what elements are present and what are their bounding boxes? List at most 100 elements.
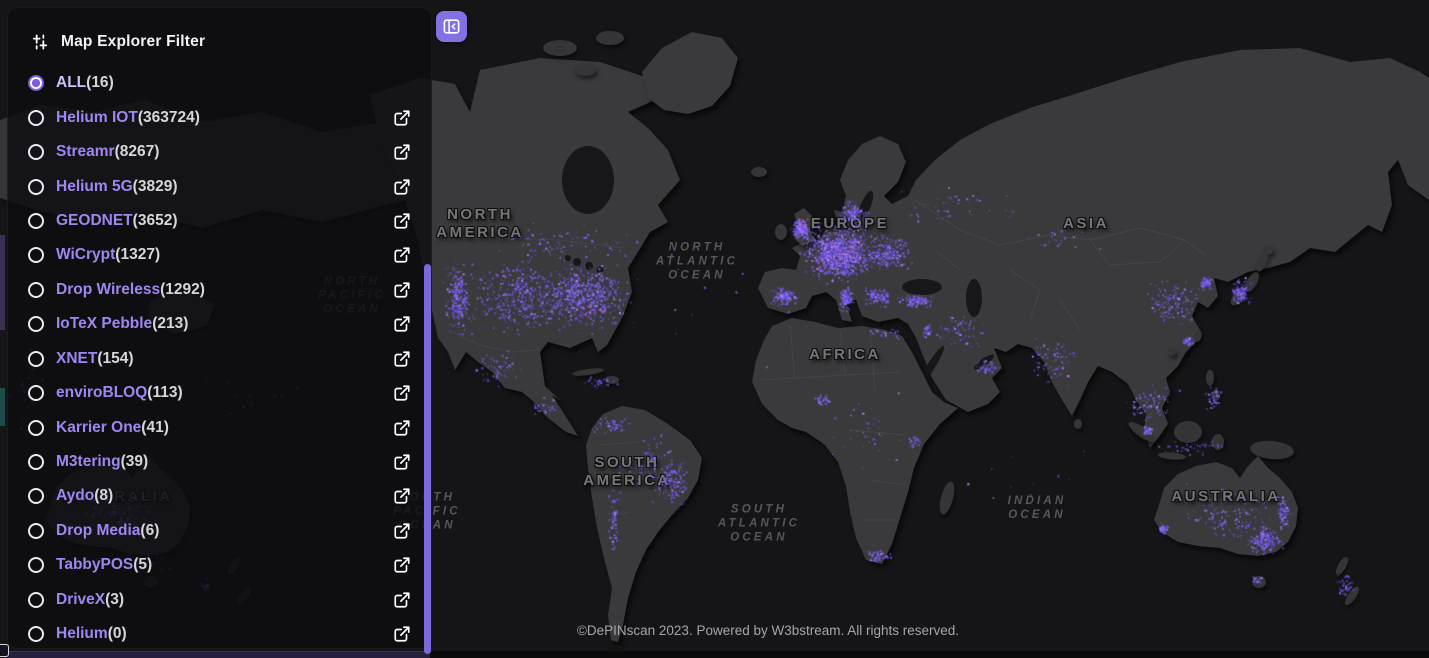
radio-unselected[interactable] bbox=[28, 454, 44, 470]
filter-network-count: 8 bbox=[94, 487, 113, 505]
filter-network-count: 154 bbox=[97, 350, 133, 368]
radio-unselected[interactable] bbox=[28, 213, 44, 229]
external-link-icon[interactable] bbox=[393, 315, 411, 333]
filter-option-all[interactable]: ALL16 bbox=[28, 66, 411, 100]
filter-network-count: 1292 bbox=[160, 281, 205, 299]
filter-option-wicrypt[interactable]: WiCrypt1327 bbox=[28, 238, 411, 272]
filter-option-aydo[interactable]: Aydo8 bbox=[28, 479, 411, 513]
filter-option-tabbypos[interactable]: TabbyPOS5 bbox=[28, 548, 411, 582]
external-link-icon[interactable] bbox=[393, 556, 411, 574]
filter-network-name: M3tering bbox=[56, 453, 121, 471]
map-label-europe: EUROPE bbox=[811, 215, 889, 233]
filter-network-count: 1327 bbox=[115, 246, 160, 264]
filter-network-name: WiCrypt bbox=[56, 246, 115, 264]
filter-network-count: 39 bbox=[121, 453, 149, 471]
radio-unselected[interactable] bbox=[28, 316, 44, 332]
filter-network-name: Drop Wireless bbox=[56, 281, 160, 299]
map-label-north-atlantic: NORTH ATLANTIC OCEAN bbox=[656, 241, 738, 282]
filter-options-list: ALL16 Helium IOT363724 Streamr8267 Heliu… bbox=[28, 66, 411, 651]
map-label-south-america: SOUTH AMERICA bbox=[583, 454, 671, 490]
panel-header: Map Explorer Filter bbox=[30, 32, 205, 52]
filter-network-count: 3 bbox=[105, 591, 124, 609]
radio-selected[interactable] bbox=[28, 75, 44, 91]
filter-option-drivex[interactable]: DriveX3 bbox=[28, 583, 411, 617]
external-link-icon[interactable] bbox=[393, 384, 411, 402]
filter-network-count: 41 bbox=[141, 419, 169, 437]
copyright-footer: ©DePINscan 2023. Powered by W3bstream. A… bbox=[577, 623, 959, 638]
filter-option-geodnet[interactable]: GEODNET3652 bbox=[28, 204, 411, 238]
radio-unselected[interactable] bbox=[28, 385, 44, 401]
radio-unselected[interactable] bbox=[28, 144, 44, 160]
external-link-icon[interactable] bbox=[393, 487, 411, 505]
radio-unselected[interactable] bbox=[28, 282, 44, 298]
filter-option-streamr[interactable]: Streamr8267 bbox=[28, 135, 411, 169]
filter-network-name: XNET bbox=[56, 350, 97, 368]
filter-option-m3tering[interactable]: M3tering39 bbox=[28, 445, 411, 479]
map-label-south-atlantic: SOUTH ATLANTIC OCEAN bbox=[718, 503, 800, 544]
filter-option-iotex-pebble[interactable]: IoTeX Pebble213 bbox=[28, 307, 411, 341]
filter-network-count: 113 bbox=[147, 384, 182, 402]
map-label-australia: AUSTRALIA bbox=[1171, 488, 1280, 506]
filter-sliders-icon bbox=[30, 32, 50, 52]
filter-network-name: Aydo bbox=[56, 487, 94, 505]
external-link-icon[interactable] bbox=[393, 625, 411, 643]
external-link-icon[interactable] bbox=[393, 591, 411, 609]
filter-network-count: 0 bbox=[108, 625, 127, 643]
filter-option-helium[interactable]: Helium0 bbox=[28, 617, 411, 651]
map-label-indian-ocean: INDIAN OCEAN bbox=[1008, 495, 1067, 523]
bottom-panel-edge bbox=[0, 651, 1429, 658]
external-link-icon[interactable] bbox=[393, 281, 411, 299]
filter-network-count: 8267 bbox=[115, 143, 160, 161]
filter-network-name: Helium IOT bbox=[56, 109, 138, 127]
external-link-icon[interactable] bbox=[393, 178, 411, 196]
filter-option-drop-wireless[interactable]: Drop Wireless1292 bbox=[28, 273, 411, 307]
filter-network-name: ALL bbox=[56, 74, 86, 92]
external-link-icon[interactable] bbox=[393, 350, 411, 368]
filter-network-name: DriveX bbox=[56, 591, 105, 609]
filter-network-count: 16 bbox=[86, 74, 114, 92]
panel-title: Map Explorer Filter bbox=[61, 33, 205, 51]
filter-option-xnet[interactable]: XNET154 bbox=[28, 342, 411, 376]
external-link-icon[interactable] bbox=[393, 109, 411, 127]
filter-network-count: 363724 bbox=[138, 109, 200, 127]
radio-unselected[interactable] bbox=[28, 523, 44, 539]
depinscan-map-page: NORTH AMERICA NORTH ATLANTIC OCEAN NORTH… bbox=[0, 0, 1429, 658]
radio-unselected[interactable] bbox=[28, 626, 44, 642]
sidebar-collapse-icon bbox=[442, 17, 461, 36]
radio-unselected[interactable] bbox=[28, 110, 44, 126]
filter-network-name: IoTeX Pebble bbox=[56, 315, 152, 333]
map-explorer-filter-panel: Map Explorer Filter ALL16 Helium IOT3637… bbox=[7, 7, 432, 649]
filter-option-drop-media[interactable]: Drop Media6 bbox=[28, 514, 411, 548]
filter-network-count: 6 bbox=[140, 522, 159, 540]
radio-unselected[interactable] bbox=[28, 557, 44, 573]
collapse-sidebar-button[interactable] bbox=[436, 11, 467, 42]
filter-network-name: Karrier One bbox=[56, 419, 141, 437]
radio-unselected[interactable] bbox=[28, 592, 44, 608]
radio-unselected[interactable] bbox=[28, 351, 44, 367]
filter-network-count: 5 bbox=[133, 556, 152, 574]
bottom-panel-edge-left bbox=[4, 651, 430, 658]
radio-unselected[interactable] bbox=[28, 247, 44, 263]
map-label-north-america: NORTH AMERICA bbox=[436, 206, 524, 242]
external-link-icon[interactable] bbox=[393, 143, 411, 161]
external-link-icon[interactable] bbox=[393, 522, 411, 540]
filter-network-name: GEODNET bbox=[56, 212, 133, 230]
filter-network-name: Helium bbox=[56, 625, 108, 643]
radio-unselected[interactable] bbox=[28, 488, 44, 504]
filter-option-helium-iot[interactable]: Helium IOT363724 bbox=[28, 100, 411, 134]
filter-network-count: 213 bbox=[152, 315, 188, 333]
external-link-icon[interactable] bbox=[393, 419, 411, 437]
filter-option-karrier-one[interactable]: Karrier One41 bbox=[28, 410, 411, 444]
filter-network-name: Streamr bbox=[56, 143, 115, 161]
external-link-icon[interactable] bbox=[393, 212, 411, 230]
radio-unselected[interactable] bbox=[28, 179, 44, 195]
map-label-asia: ASIA bbox=[1063, 215, 1109, 233]
external-link-icon[interactable] bbox=[393, 246, 411, 264]
radio-unselected[interactable] bbox=[28, 420, 44, 436]
filter-option-envirobloq[interactable]: enviroBLOQ113 bbox=[28, 376, 411, 410]
map-label-africa: AFRICA bbox=[809, 346, 881, 364]
partial-panel-icon bbox=[0, 644, 9, 657]
external-link-icon[interactable] bbox=[393, 453, 411, 471]
panel-scrollbar-thumb[interactable] bbox=[424, 264, 431, 654]
filter-option-helium-5g[interactable]: Helium 5G3829 bbox=[28, 169, 411, 203]
